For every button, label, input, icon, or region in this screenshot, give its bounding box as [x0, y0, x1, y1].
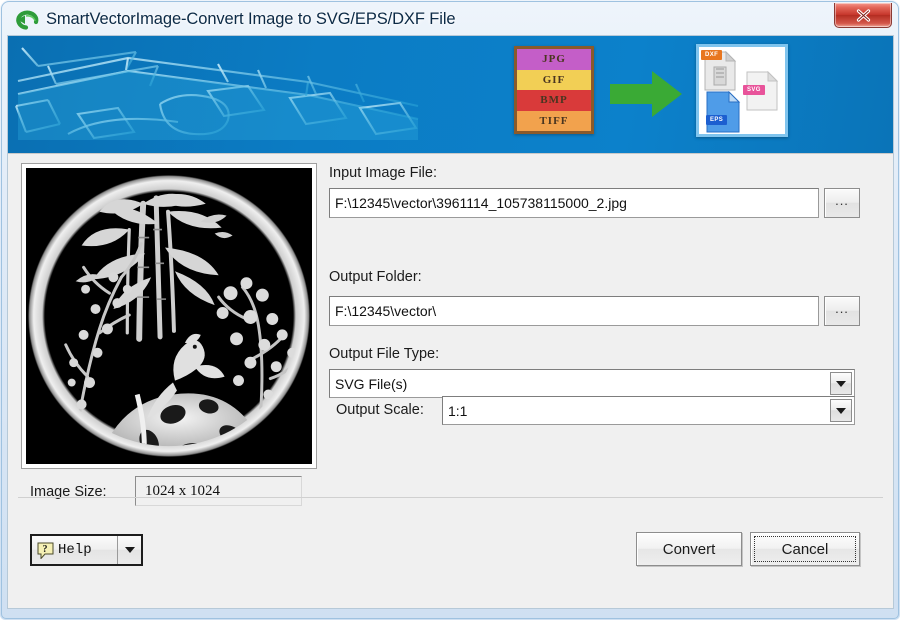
green-arrow-icon [610, 71, 682, 117]
format-chip-tiff: TIFF [517, 110, 591, 131]
cancel-button-label: Cancel [781, 540, 829, 558]
dxf-badge: DXF [701, 50, 723, 60]
input-formats-card: JPG GIF BMP TIFF [514, 46, 594, 134]
banner-wireframe-artwork [15, 47, 419, 140]
help-button-main[interactable]: ? Help [32, 542, 117, 559]
convert-button-label: Convert [662, 540, 716, 558]
format-chip-jpg: JPG [517, 49, 591, 70]
input-file-label: Input Image File: [329, 165, 437, 181]
input-file-field[interactable]: F:\12345\vector\3961114_105738115000_2.j… [329, 188, 819, 218]
eps-badge: EPS [706, 115, 728, 125]
output-folder-browse-button[interactable]: ... [824, 296, 860, 326]
output-formats-card: DXF SVG EPS [696, 44, 788, 137]
format-label-tiff: TIFF [539, 114, 569, 127]
help-dropdown-chevron-down-icon[interactable] [117, 536, 141, 564]
output-scale-chevron-down-icon[interactable] [830, 399, 852, 422]
output-file-type-value: SVG File(s) [335, 375, 408, 392]
format-label-gif: GIF [542, 73, 566, 86]
help-button-label: Help [58, 542, 92, 558]
input-file-browse-button[interactable]: ... [824, 188, 860, 218]
output-folder-label: Output Folder: [329, 269, 422, 285]
client-area: JPG GIF BMP TIFF DXF SVG EPS Input Image… [7, 35, 894, 609]
question-mark-balloon-icon: ? [37, 542, 54, 559]
svg-text:?: ? [43, 544, 48, 555]
footer-separator [18, 497, 883, 498]
output-scale-label: Output Scale: [336, 402, 424, 418]
output-scale-select[interactable]: 1:1 [442, 396, 855, 425]
output-file-type-select[interactable]: SVG File(s) [329, 369, 855, 398]
help-button[interactable]: ? Help [30, 534, 143, 566]
format-chip-gif: GIF [517, 69, 591, 90]
format-label-bmp: BMP [540, 94, 568, 107]
preview-image [26, 168, 312, 464]
convert-button[interactable]: Convert [636, 532, 742, 566]
format-chip-bmp: BMP [517, 90, 591, 111]
cancel-button[interactable]: Cancel [750, 532, 860, 566]
output-file-type-chevron-down-icon[interactable] [830, 372, 852, 395]
svg-badge: SVG [743, 85, 765, 95]
application-window: SmartVectorImage-Convert Image to SVG/EP… [0, 0, 900, 620]
app-logo-icon [14, 9, 40, 31]
eps-file-icon [706, 91, 741, 133]
format-label-jpg: JPG [542, 53, 566, 66]
output-scale-value: 1:1 [448, 402, 468, 419]
image-preview-panel [21, 163, 317, 469]
output-folder-field[interactable]: F:\12345\vector\ [329, 296, 819, 326]
title-bar: SmartVectorImage-Convert Image to SVG/EP… [7, 3, 894, 35]
banner: JPG GIF BMP TIFF DXF SVG EPS [8, 36, 893, 154]
window-title: SmartVectorImage-Convert Image to SVG/EP… [46, 10, 456, 28]
close-button[interactable] [834, 3, 892, 28]
output-file-type-label: Output File Type: [329, 346, 440, 362]
image-size-value: 1024 x 1024 [135, 476, 302, 506]
form-body: Input Image File: F:\12345\vector\396111… [8, 154, 893, 608]
close-icon [856, 8, 870, 22]
